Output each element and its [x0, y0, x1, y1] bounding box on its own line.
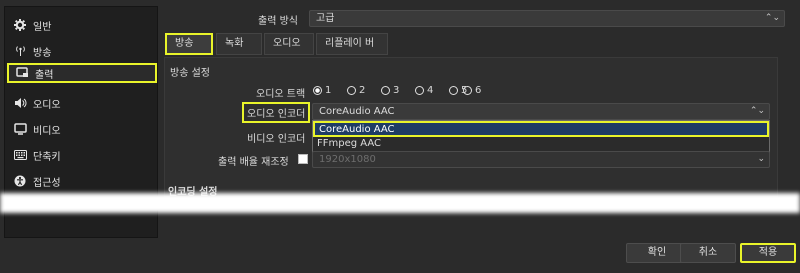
button-label: 확인 [647, 247, 667, 258]
radio-label: 2 [359, 85, 366, 96]
track-radio-6[interactable]: 6 [463, 85, 481, 96]
audio-encoder-value: CoreAudio AAC [319, 106, 395, 117]
video-encoder-label: 비디오 인코더 [247, 134, 306, 145]
sidebar-item-general[interactable]: 일반 [13, 15, 155, 35]
output-icon [15, 66, 29, 80]
rescale-resolution-value: 1920x1080 [319, 154, 376, 165]
cancel-button[interactable]: 취소 [680, 243, 736, 263]
accessibility-icon [13, 174, 27, 188]
tab-label: 녹화 [225, 38, 244, 49]
radio-label: 4 [427, 85, 434, 96]
radio-icon [313, 86, 322, 95]
keyboard-icon [13, 148, 27, 162]
sidebar-item-label: 비디오 [33, 125, 61, 137]
radio-label: 3 [393, 85, 400, 96]
button-label: 적용 [758, 247, 778, 258]
radio-icon [449, 86, 458, 95]
track-radio-1[interactable]: 1 [313, 85, 331, 96]
speaker-icon [13, 96, 27, 110]
button-label: 취소 [698, 247, 718, 258]
radio-label: 1 [325, 85, 332, 96]
track-radio-3[interactable]: 3 [381, 85, 399, 96]
radio-icon [381, 86, 390, 95]
radio-icon [463, 86, 472, 95]
chevron-down-icon: ⌄ [757, 154, 765, 164]
panel-title: 방송 설정 [170, 68, 210, 79]
sidebar-item-label: 방송 [33, 47, 52, 59]
radio-label: 6 [475, 85, 482, 96]
track-radio-4[interactable]: 4 [415, 85, 433, 96]
sidebar-item-hotkeys[interactable]: 단축키 [13, 145, 155, 165]
radio-icon [415, 86, 424, 95]
audio-track-label: 오디오 트랙 [256, 89, 306, 100]
updown-chevron-icon: ⌃⌄ [764, 13, 780, 23]
rescale-checkbox[interactable] [298, 154, 308, 164]
sidebar-item-accessibility[interactable]: 접근성 [13, 171, 155, 191]
sidebar-item-video[interactable]: 비디오 [13, 119, 155, 139]
gear-icon [13, 18, 27, 32]
apply-button[interactable]: 적용 [740, 243, 796, 263]
tab-audio[interactable]: 오디오 [264, 33, 314, 55]
ok-button[interactable]: 확인 [626, 243, 688, 263]
tab-label: 오디오 [273, 38, 301, 49]
dropdown-option-coreaudio[interactable]: CoreAudio AAC [313, 121, 769, 137]
screenshot-cut-divider [0, 193, 800, 213]
tab-replay-buffer[interactable]: 리플레이 버퍼 [316, 33, 388, 69]
rescale-resolution-select[interactable]: 1920x1080 ⌄ [312, 151, 770, 168]
tab-label: 방송 [175, 38, 194, 49]
sidebar-item-label: 출력 [35, 69, 54, 81]
monitor-icon [13, 122, 27, 136]
rescale-output-label: 출력 배율 재조정 [218, 157, 289, 168]
output-mode-label: 출력 방식 [258, 16, 298, 27]
output-mode-select[interactable]: 고급 ⌃⌄ [309, 10, 785, 27]
output-mode-value: 고급 [316, 13, 335, 24]
sidebar-item-stream[interactable]: 방송 [13, 41, 155, 61]
audio-encoder-label: 오디오 인코더 [242, 102, 311, 123]
radio-icon [347, 86, 356, 95]
updown-chevron-icon: ⌃⌄ [749, 106, 765, 116]
sidebar-item-label: 접근성 [33, 177, 61, 189]
sidebar-item-label: 오디오 [33, 99, 61, 111]
track-radio-2[interactable]: 2 [347, 85, 365, 96]
audio-encoder-select[interactable]: CoreAudio AAC ⌃⌄ [312, 103, 770, 120]
audio-encoder-dropdown: CoreAudio AAC FFmpeg AAC [312, 120, 770, 154]
sidebar-item-output[interactable]: 출력 [7, 63, 157, 83]
broadcast-icon [13, 44, 27, 58]
sidebar-item-label: 단축키 [33, 151, 61, 163]
sidebar-item-audio[interactable]: 오디오 [13, 93, 155, 113]
tab-recording[interactable]: 녹화 [216, 33, 262, 55]
tab-stream[interactable]: 방송 [165, 33, 213, 55]
sidebar-item-label: 일반 [33, 21, 52, 33]
